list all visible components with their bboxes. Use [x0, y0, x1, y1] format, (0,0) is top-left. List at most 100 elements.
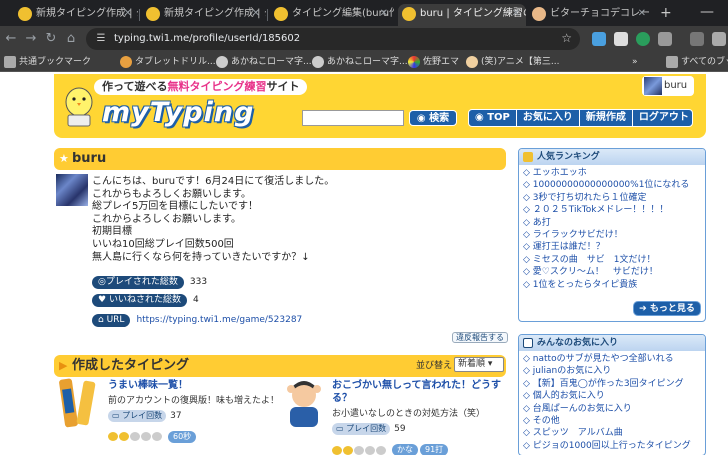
- favorites-box: みんなのお気に入り nattoのサブが見たやつ全部いれる julianのお気に入…: [518, 334, 706, 455]
- list-item[interactable]: nattoのサブが見たやつ全部いれる: [523, 353, 701, 365]
- report-button[interactable]: 違反報告する: [452, 332, 508, 343]
- bookmarks-overflow-button[interactable]: »: [632, 55, 638, 69]
- list-item[interactable]: julianのお気に入り: [523, 365, 701, 377]
- home-icon[interactable]: ⌂: [62, 30, 80, 48]
- chick-mascot-icon: [65, 87, 93, 127]
- address-bar[interactable]: ☰ typing.twi1.me/profile/userId/185602 ☆: [86, 28, 580, 50]
- nav-logout[interactable]: ログアウト: [633, 110, 695, 126]
- favorites-title: みんなのお気に入り: [537, 338, 619, 348]
- game-tag: 60秒: [168, 431, 197, 443]
- stat-value: 4: [192, 295, 199, 305]
- back-arrow-icon[interactable]: ←: [2, 30, 20, 48]
- minimize-window-icon[interactable]: —: [700, 4, 714, 20]
- list-item[interactable]: ２０２５TikTokメドレー！！！！: [523, 204, 701, 216]
- tagline-highlight: 無料タイピング練習: [167, 80, 267, 93]
- globe-icon: [312, 56, 324, 68]
- search-button[interactable]: ◉ 検索: [409, 110, 457, 126]
- difficulty-stars: [332, 446, 387, 455]
- nav-new[interactable]: 新規作成: [580, 110, 633, 126]
- browser-tab[interactable]: タイピング編集(buru作 ✕: [270, 4, 394, 26]
- profile-url: ⌂ URL https://typing.twi1.me/game/523287: [92, 314, 302, 327]
- nav-top[interactable]: ◉ TOP: [469, 110, 517, 126]
- bookmark-item[interactable]: 共通ブックマーク: [4, 55, 91, 69]
- stat-value: 333: [189, 277, 208, 287]
- list-item[interactable]: 台風ぱーんのお気に入り: [523, 403, 701, 415]
- list-item[interactable]: あ打: [523, 217, 701, 229]
- close-tab-icon[interactable]: ✕: [638, 4, 646, 24]
- browser-tab[interactable]: ビターチョコデコレー ✕: [528, 4, 652, 26]
- search-icon: ◉: [416, 113, 430, 124]
- address-url[interactable]: typing.twi1.me/profile/userId/185602: [114, 32, 300, 46]
- list-item[interactable]: その他: [523, 415, 701, 427]
- extension-icon[interactable]: [614, 32, 628, 46]
- list-item[interactable]: 【新】百鬼◯が作った3回タイピング: [523, 378, 701, 390]
- search-input[interactable]: [302, 110, 404, 126]
- game-plays: ▭ プレイ回数 37: [108, 410, 182, 422]
- sort-select[interactable]: 新着順 ▾: [454, 357, 504, 372]
- list-item[interactable]: 1位をとったらタイピ貴族: [523, 279, 701, 291]
- all-bookmarks[interactable]: すべてのブッ: [666, 55, 728, 69]
- favorites-list: nattoのサブが見たやつ全部いれる julianのお気に入り 【新】百鬼◯が作…: [519, 351, 705, 452]
- game-card[interactable]: うまい棒味一覧！ 前のアカウントの復興版！味も増えたよ！ ▭ プレイ回数 37 6…: [56, 377, 280, 455]
- list-item[interactable]: エッホエッホ: [523, 167, 701, 179]
- game-card[interactable]: おこづかい無しって言われた！どうする？ お小遣いなしのときの対処方法（笑） ▭ …: [282, 377, 504, 455]
- list-item[interactable]: ライラックサビだけ！: [523, 229, 701, 241]
- more-button[interactable]: ➔ もっと見る: [633, 301, 701, 316]
- close-tab-icon[interactable]: ✕: [380, 4, 388, 24]
- profile-url-link[interactable]: https://typing.twi1.me/game/523287: [136, 315, 302, 325]
- list-item[interactable]: 愛♡スクリ～ム！ サビだけ！: [523, 266, 701, 278]
- forward-arrow-icon[interactable]: →: [22, 30, 40, 48]
- game-tag: 91打: [420, 444, 449, 455]
- close-tab-icon[interactable]: ✕: [252, 4, 260, 24]
- puzzle-extensions-icon[interactable]: [658, 32, 672, 46]
- home-icon: ◉: [475, 112, 488, 123]
- game-description: 前のアカウントの復興版！味も増えたよ！: [108, 396, 280, 406]
- bookmark-item[interactable]: 佐野エマ: [408, 55, 459, 69]
- browser-tab[interactable]: 新規タイピング作成 | タ ✕: [142, 4, 266, 26]
- sort-label: 並び替え: [416, 361, 453, 371]
- list-item[interactable]: 運打王は誰だ！？: [523, 241, 701, 253]
- home-icon: ⌂: [98, 315, 107, 325]
- site-logo[interactable]: myTyping: [102, 96, 254, 130]
- list-item[interactable]: 3秒で打ち切れたら１位確定: [523, 192, 701, 204]
- close-tab-icon[interactable]: ✕: [512, 4, 520, 24]
- list-item[interactable]: ミセスの曲 サビ 1文だけ！: [523, 254, 701, 266]
- ranking-title: 人気ランキング: [537, 152, 600, 162]
- browser-tab-bar: 新規タイピング作成 | タ ✕ 新規タイピング作成 | タ ✕ タイピング編集(…: [0, 0, 728, 26]
- list-item[interactable]: 10000000000000000%1位になれる: [523, 179, 701, 191]
- bookmark-item[interactable]: タブレットドリル...: [120, 55, 216, 69]
- header-username: buru: [664, 80, 688, 91]
- bookmark-star-icon[interactable]: ☆: [561, 31, 572, 45]
- main-nav: ◉ TOP お気に入り 新規作成 ログアウト: [468, 109, 693, 127]
- bookmark-item[interactable]: あかねこローマ字...: [312, 55, 408, 69]
- new-tab-button[interactable]: +: [660, 4, 672, 22]
- tab-separator: [267, 9, 268, 21]
- sort-value: 新着順: [458, 359, 486, 369]
- game-title[interactable]: うまい棒味一覧！: [108, 379, 274, 392]
- list-item[interactable]: ピジョの1000回以上行ったタイピング: [523, 440, 701, 452]
- plays-label: プレイ回数: [122, 411, 163, 420]
- reload-icon[interactable]: ↻: [42, 30, 60, 48]
- arrow-circle-icon: ➔: [639, 304, 650, 314]
- extension-icon[interactable]: [592, 32, 606, 46]
- site-info-icon[interactable]: ☰: [94, 32, 108, 46]
- play-triangle-icon: ▶: [59, 359, 68, 372]
- close-tab-icon[interactable]: ✕: [124, 4, 132, 24]
- favorites-header: みんなのお気に入り: [519, 335, 705, 351]
- list-item[interactable]: 個人的お気に入り: [523, 390, 701, 402]
- profile-icon[interactable]: [712, 32, 726, 46]
- list-item[interactable]: スピッツ アルバム曲: [523, 427, 701, 439]
- chick-favicon-icon: [274, 7, 288, 21]
- ranking-list: エッホエッホ 10000000000000000%1位になれる 3秒で打ち切れた…: [519, 165, 705, 291]
- plays-total-stat: ◎プレイされた総数 333: [92, 276, 207, 289]
- bookmark-item[interactable]: あかねこローマ字...: [216, 55, 312, 69]
- shield-extension-icon[interactable]: [636, 32, 650, 46]
- tablet-extension-icon[interactable]: [690, 32, 704, 46]
- nav-label: TOP: [487, 112, 510, 123]
- nav-favorites[interactable]: お気に入り: [517, 110, 580, 126]
- browser-tab[interactable]: 新規タイピング作成 | タ ✕: [14, 4, 138, 26]
- browser-tab-active[interactable]: buru | タイピング練習の ✕: [398, 4, 526, 26]
- game-title[interactable]: おこづかい無しって言われた！どうする？: [332, 379, 502, 405]
- user-menu[interactable]: buru: [642, 76, 694, 96]
- bookmark-item[interactable]: (笑)アニメ【第三...: [466, 55, 559, 69]
